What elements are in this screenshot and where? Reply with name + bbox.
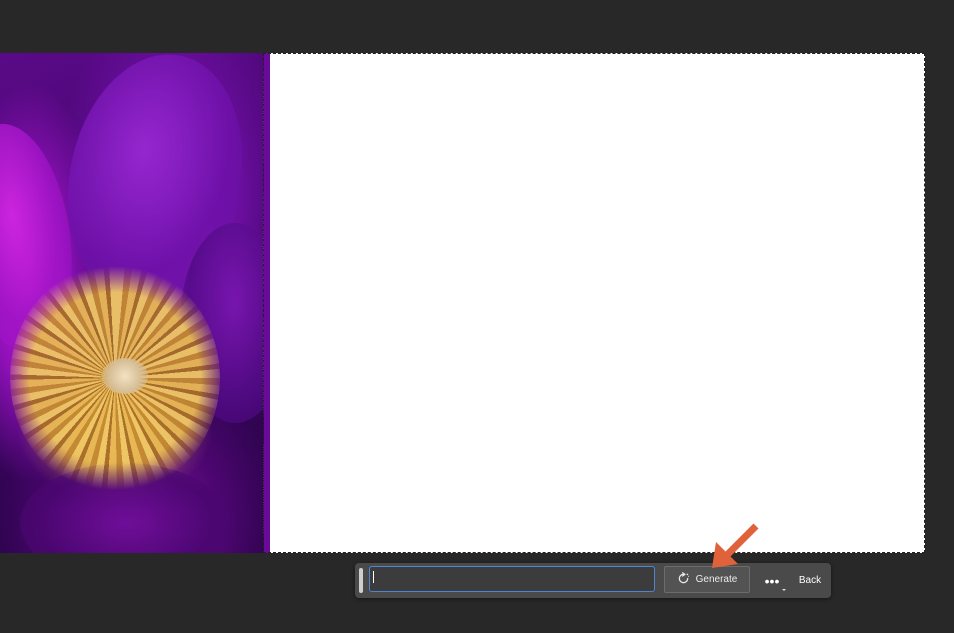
flower-center — [102, 358, 148, 394]
back-label: Back — [798, 575, 822, 586]
canvas-expanded-area[interactable] — [270, 53, 925, 553]
more-options-icon: ••• — [764, 572, 780, 589]
generate-label: Generate — [695, 574, 738, 585]
back-button[interactable]: Back — [793, 568, 827, 593]
chevron-down-icon — [782, 589, 786, 591]
generative-prompt-input[interactable] — [369, 566, 655, 592]
taskbar-drag-handle[interactable] — [359, 568, 363, 593]
canvas-photo — [0, 53, 270, 553]
annotation-arrow-icon — [712, 523, 759, 568]
text-caret — [373, 571, 374, 583]
generate-refresh-icon — [677, 571, 690, 588]
canvas-workspace: Generate ••• Back — [0, 0, 954, 633]
